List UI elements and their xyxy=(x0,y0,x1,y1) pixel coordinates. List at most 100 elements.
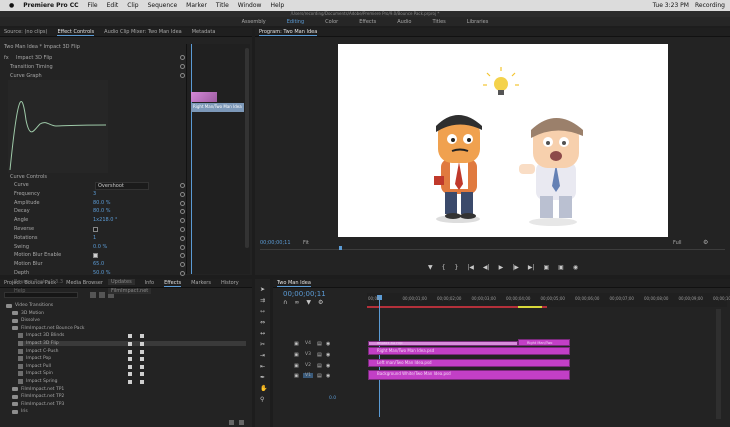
ripple-edit-icon[interactable]: ⇿ xyxy=(260,309,265,315)
tab-info[interactable]: Info xyxy=(145,280,154,286)
effects-bin[interactable]: 3D Motion xyxy=(12,311,44,316)
param-value-rotations[interactable]: 1 xyxy=(93,235,96,241)
track-label-v3[interactable]: V3 xyxy=(303,352,313,357)
effect-item[interactable]: Impact C-Push xyxy=(18,348,58,354)
timeline-scrollbar[interactable] xyxy=(716,309,721,419)
delete-icon[interactable] xyxy=(239,420,244,425)
apple-menu-icon[interactable]: ● xyxy=(9,2,14,9)
param-value-amplitude[interactable]: 80.0 % xyxy=(93,200,110,206)
effect-item[interactable]: Impact Pull xyxy=(18,363,51,369)
menu-window[interactable]: Window xyxy=(238,2,262,9)
tab-sequence[interactable]: Two Man Idea xyxy=(277,280,311,287)
tab-history[interactable]: History xyxy=(221,280,239,286)
ws-libraries[interactable]: Libraries xyxy=(467,19,489,25)
menu-clip[interactable]: Clip xyxy=(127,2,138,9)
tab-media-browser[interactable]: Media Browser xyxy=(66,280,103,286)
program-scrubber[interactable] xyxy=(260,249,725,250)
param-value-frequency[interactable]: 3 xyxy=(93,191,96,197)
mark-out-icon[interactable]: } xyxy=(454,264,458,271)
wrench-icon[interactable]: ⚙ xyxy=(703,239,708,246)
32bit-icon[interactable] xyxy=(99,292,105,298)
mark-in-icon[interactable]: { xyxy=(442,264,446,271)
track-sync-icon[interactable]: ▤ xyxy=(317,363,322,369)
effects-bin[interactable]: Iris xyxy=(12,409,28,414)
track-label-v1[interactable]: V1 xyxy=(303,373,313,378)
slide-icon[interactable]: ⇤ xyxy=(260,364,265,370)
pen-icon[interactable]: ✒ xyxy=(260,375,265,381)
menu-marker[interactable]: Marker xyxy=(186,2,207,9)
effect-item[interactable]: Impact Pop xyxy=(18,356,51,362)
ec-playhead[interactable] xyxy=(191,44,192,274)
export-frame-icon[interactable]: ◉ xyxy=(573,264,578,271)
ws-effects[interactable]: Effects xyxy=(359,19,376,25)
curve-graph-label[interactable]: Curve Graph xyxy=(10,73,42,79)
ec-scrollbar[interactable] xyxy=(245,48,249,248)
updates-button[interactable]: Updates xyxy=(108,278,135,285)
menu-help[interactable]: Help xyxy=(270,2,284,9)
ec-clip-label[interactable]: Right Man/Two Man Idea xyxy=(191,103,244,112)
fx-toggle-icon[interactable]: fx xyxy=(4,55,9,61)
play-icon[interactable]: ▶ xyxy=(499,264,504,271)
go-to-out-icon[interactable]: ▶| xyxy=(528,264,535,271)
tab-program[interactable]: Program: Two Man Idea xyxy=(259,29,318,36)
tab-source[interactable]: Source: (no clips) xyxy=(4,29,47,35)
step-back-icon[interactable]: ◀| xyxy=(483,264,490,271)
ws-titles[interactable]: Titles xyxy=(432,19,445,25)
track-visibility-eye-icon[interactable]: ◉ xyxy=(326,363,330,369)
transition-timing[interactable]: Transition Timing xyxy=(10,64,53,70)
param-value-angle[interactable]: 1x218.0 ° xyxy=(93,217,118,223)
add-marker-tl-icon[interactable]: ▼ xyxy=(306,299,311,306)
transition-clip[interactable]: Impact 3D Flip xyxy=(368,341,518,346)
reset-parameter-icon[interactable] xyxy=(180,244,185,250)
app-menu[interactable]: Premiere Pro CC xyxy=(23,2,78,9)
reset-parameter-icon[interactable] xyxy=(180,55,185,60)
effect-item[interactable]: Impact 3D Blinds xyxy=(18,333,64,339)
param-value-curve[interactable]: Overshoot xyxy=(95,182,149,190)
accelerated-icon[interactable] xyxy=(90,292,96,298)
track-visibility-eye-icon[interactable]: ◉ xyxy=(326,352,330,358)
resolution-dropdown[interactable]: Full xyxy=(673,240,682,246)
menu-edit[interactable]: Edit xyxy=(107,2,119,9)
track-sync-icon[interactable]: ▤ xyxy=(317,341,322,347)
ws-editing[interactable]: Editing xyxy=(287,19,304,25)
menu-sequence[interactable]: Sequence xyxy=(148,2,178,9)
menu-title[interactable]: Title xyxy=(216,2,229,9)
track-visibility-eye-icon[interactable]: ◉ xyxy=(326,341,330,347)
track-visibility-eye-icon[interactable]: ◉ xyxy=(326,373,330,379)
fit-dropdown[interactable]: Fit xyxy=(303,240,309,246)
param-value-swing[interactable]: 0.0 % xyxy=(93,244,107,250)
tab-metadata[interactable]: Metadata xyxy=(192,29,216,35)
reset-parameter-icon[interactable] xyxy=(180,200,185,206)
reset-parameter-icon[interactable] xyxy=(180,271,185,276)
effect-item[interactable]: Impact Spin xyxy=(18,371,53,377)
track-lock-icon[interactable]: ▣ xyxy=(294,352,299,358)
step-forward-icon[interactable]: |▶ xyxy=(512,264,519,271)
lift-icon[interactable]: ▣ xyxy=(543,264,549,271)
snap-icon[interactable]: ∩ xyxy=(283,299,287,306)
tab-audio-mixer[interactable]: Audio Clip Mixer: Two Man Idea xyxy=(104,29,182,35)
checkbox-reverse[interactable] xyxy=(93,227,98,232)
reset-parameter-icon[interactable] xyxy=(180,73,185,78)
track-label-v2[interactable]: V2 xyxy=(303,363,313,368)
track-lock-icon[interactable]: ▣ xyxy=(294,373,299,379)
ws-color[interactable]: Color xyxy=(325,19,338,25)
effects-bin[interactable]: FilmImpact.net TP1 xyxy=(12,387,64,392)
settings-wrench-icon[interactable]: ⚙ xyxy=(318,299,323,306)
checkbox-motion-blur-enable[interactable] xyxy=(93,253,98,259)
work-area-yellow[interactable] xyxy=(518,306,542,308)
effect-item[interactable]: Impact 3D Flip xyxy=(18,341,246,346)
audio-volume[interactable]: 0.0 xyxy=(329,396,336,401)
linked-selection-icon[interactable]: ∞ xyxy=(294,299,299,306)
extract-icon[interactable]: ▣ xyxy=(558,264,564,271)
track-select-icon[interactable]: ⇉ xyxy=(260,298,265,304)
transition-block[interactable] xyxy=(191,92,217,102)
reset-parameter-icon[interactable] xyxy=(180,64,185,69)
filmimpact-button[interactable]: FilmImpact.net xyxy=(108,287,152,294)
zoom-icon[interactable]: ⚲ xyxy=(260,397,264,403)
ws-assembly[interactable]: Assembly xyxy=(242,19,266,25)
effects-bin[interactable]: Video Transitions xyxy=(6,303,53,308)
clip-right-man-top[interactable]: Right Man/Two xyxy=(518,339,570,346)
param-value-depth[interactable]: 50.0 % xyxy=(93,270,110,276)
track-label-v4[interactable]: V4 xyxy=(303,341,313,346)
tab-effect-controls[interactable]: Effect Controls xyxy=(57,29,95,36)
